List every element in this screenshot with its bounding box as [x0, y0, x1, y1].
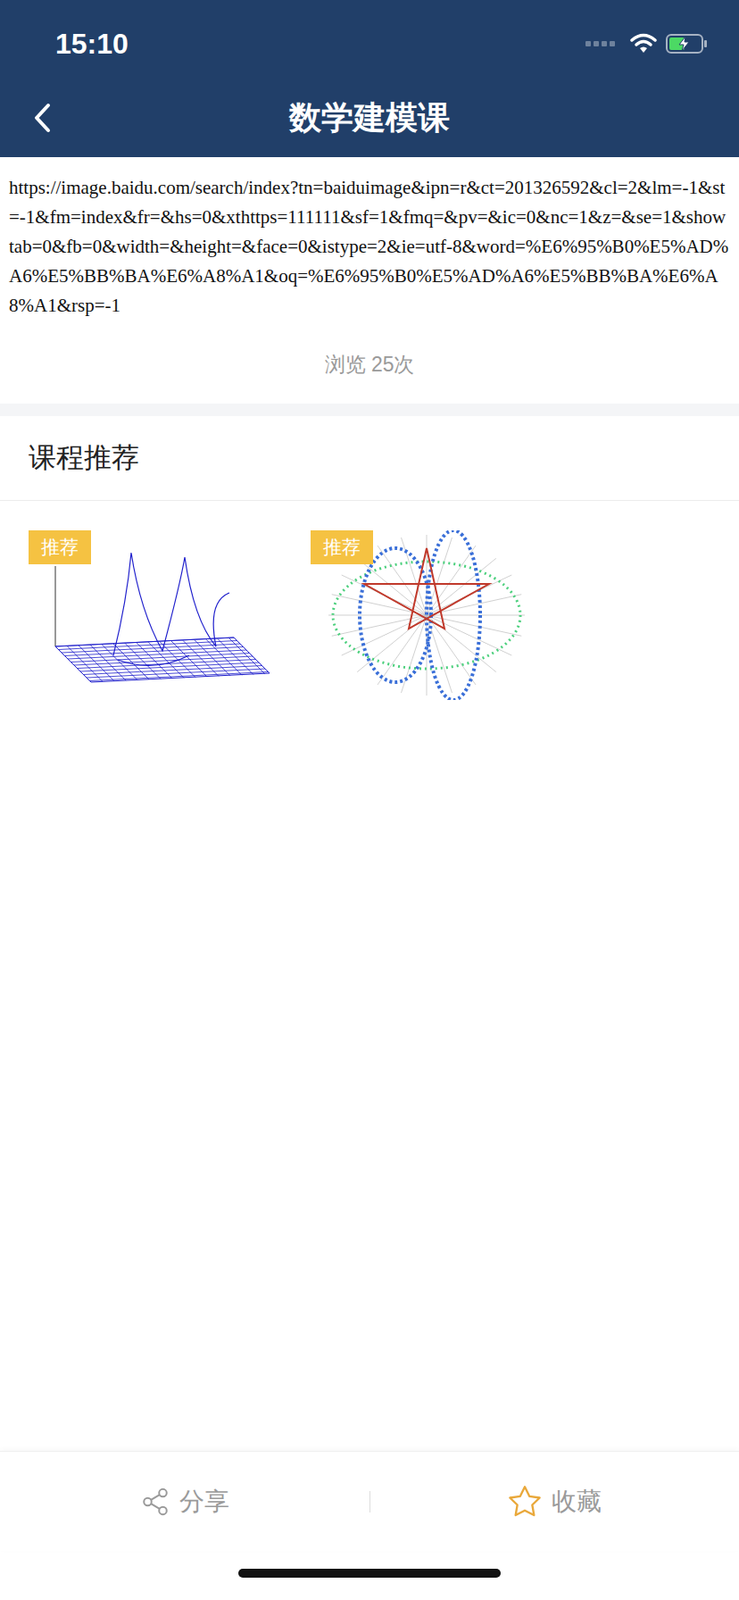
- status-icons: [585, 33, 709, 55]
- star-icon: [506, 1483, 543, 1520]
- header: 15:10 数学建模课: [0, 0, 739, 158]
- status-bar: 15:10: [0, 0, 739, 79]
- wifi-icon: [630, 33, 657, 55]
- course-card[interactable]: 推荐: [28, 530, 286, 700]
- course-page: 15:10 数学建模课 https://image.baidu.com/search…: [0, 0, 739, 1600]
- home-indicator[interactable]: [238, 1568, 501, 1578]
- favorite-button[interactable]: 收藏: [370, 1474, 739, 1528]
- nav-bar: 数学建模课: [0, 78, 739, 158]
- back-button[interactable]: [26, 96, 59, 140]
- section-separator: [0, 403, 739, 416]
- article-url: https://image.baidu.com/search/index?tn=…: [8, 173, 731, 321]
- recommend-header: 课程推荐: [0, 415, 739, 501]
- status-time: 15:10: [55, 27, 129, 61]
- share-icon: [140, 1486, 171, 1517]
- recommend-title: 课程推荐: [28, 439, 140, 477]
- share-button[interactable]: 分享: [0, 1475, 370, 1528]
- signal-icon: [585, 39, 622, 49]
- recommend-badge: 推荐: [28, 530, 92, 565]
- nav-title: 数学建模课: [289, 96, 450, 141]
- battery-icon: [665, 33, 709, 55]
- back-chevron-icon: [32, 101, 54, 134]
- home-area: [0, 1550, 739, 1600]
- course-card[interactable]: 推荐: [310, 530, 568, 700]
- view-count: 浏览 25次: [8, 320, 731, 404]
- course-list: 推荐 推荐: [0, 500, 739, 730]
- bottom-toolbar: 分享收藏: [0, 1450, 739, 1551]
- recommend-badge: 推荐: [310, 530, 374, 565]
- article: https://image.baidu.com/search/index?tn=…: [0, 157, 739, 404]
